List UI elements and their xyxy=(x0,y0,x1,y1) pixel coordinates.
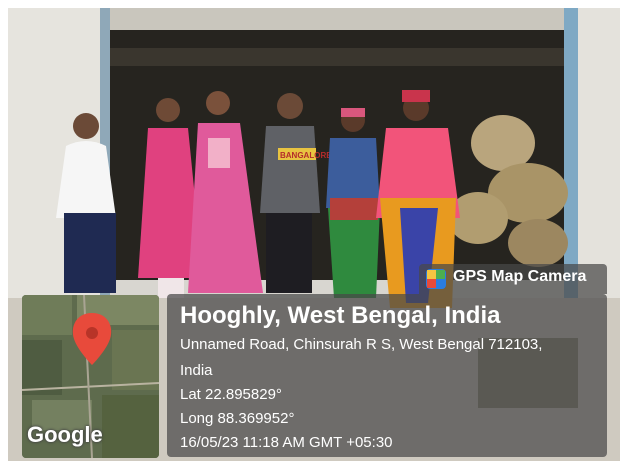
address-line-1: Unnamed Road, Chinsurah R S, West Bengal… xyxy=(180,336,543,353)
geotagged-photo-frame: BANGALORE GPS Map Camera Hooghly, West B… xyxy=(0,0,628,469)
grain-sack xyxy=(508,219,568,267)
svg-text:BANGALORE: BANGALORE xyxy=(280,151,332,160)
google-logo: Google xyxy=(27,422,103,447)
door-lintel xyxy=(100,8,570,30)
latitude-readout: Lat 22.895829° xyxy=(180,386,282,403)
longitude-readout: Long 88.369952° xyxy=(180,410,295,427)
timestamp-readout: 16/05/23 11:18 AM GMT +05:30 xyxy=(180,434,393,451)
gps-map-camera-app-icon xyxy=(426,269,446,289)
gps-map-camera-label: GPS Map Camera xyxy=(453,268,587,285)
grain-sack xyxy=(471,115,535,171)
address-line-2: India xyxy=(180,362,213,379)
location-title: Hooghly, West Bengal, India xyxy=(180,302,501,329)
